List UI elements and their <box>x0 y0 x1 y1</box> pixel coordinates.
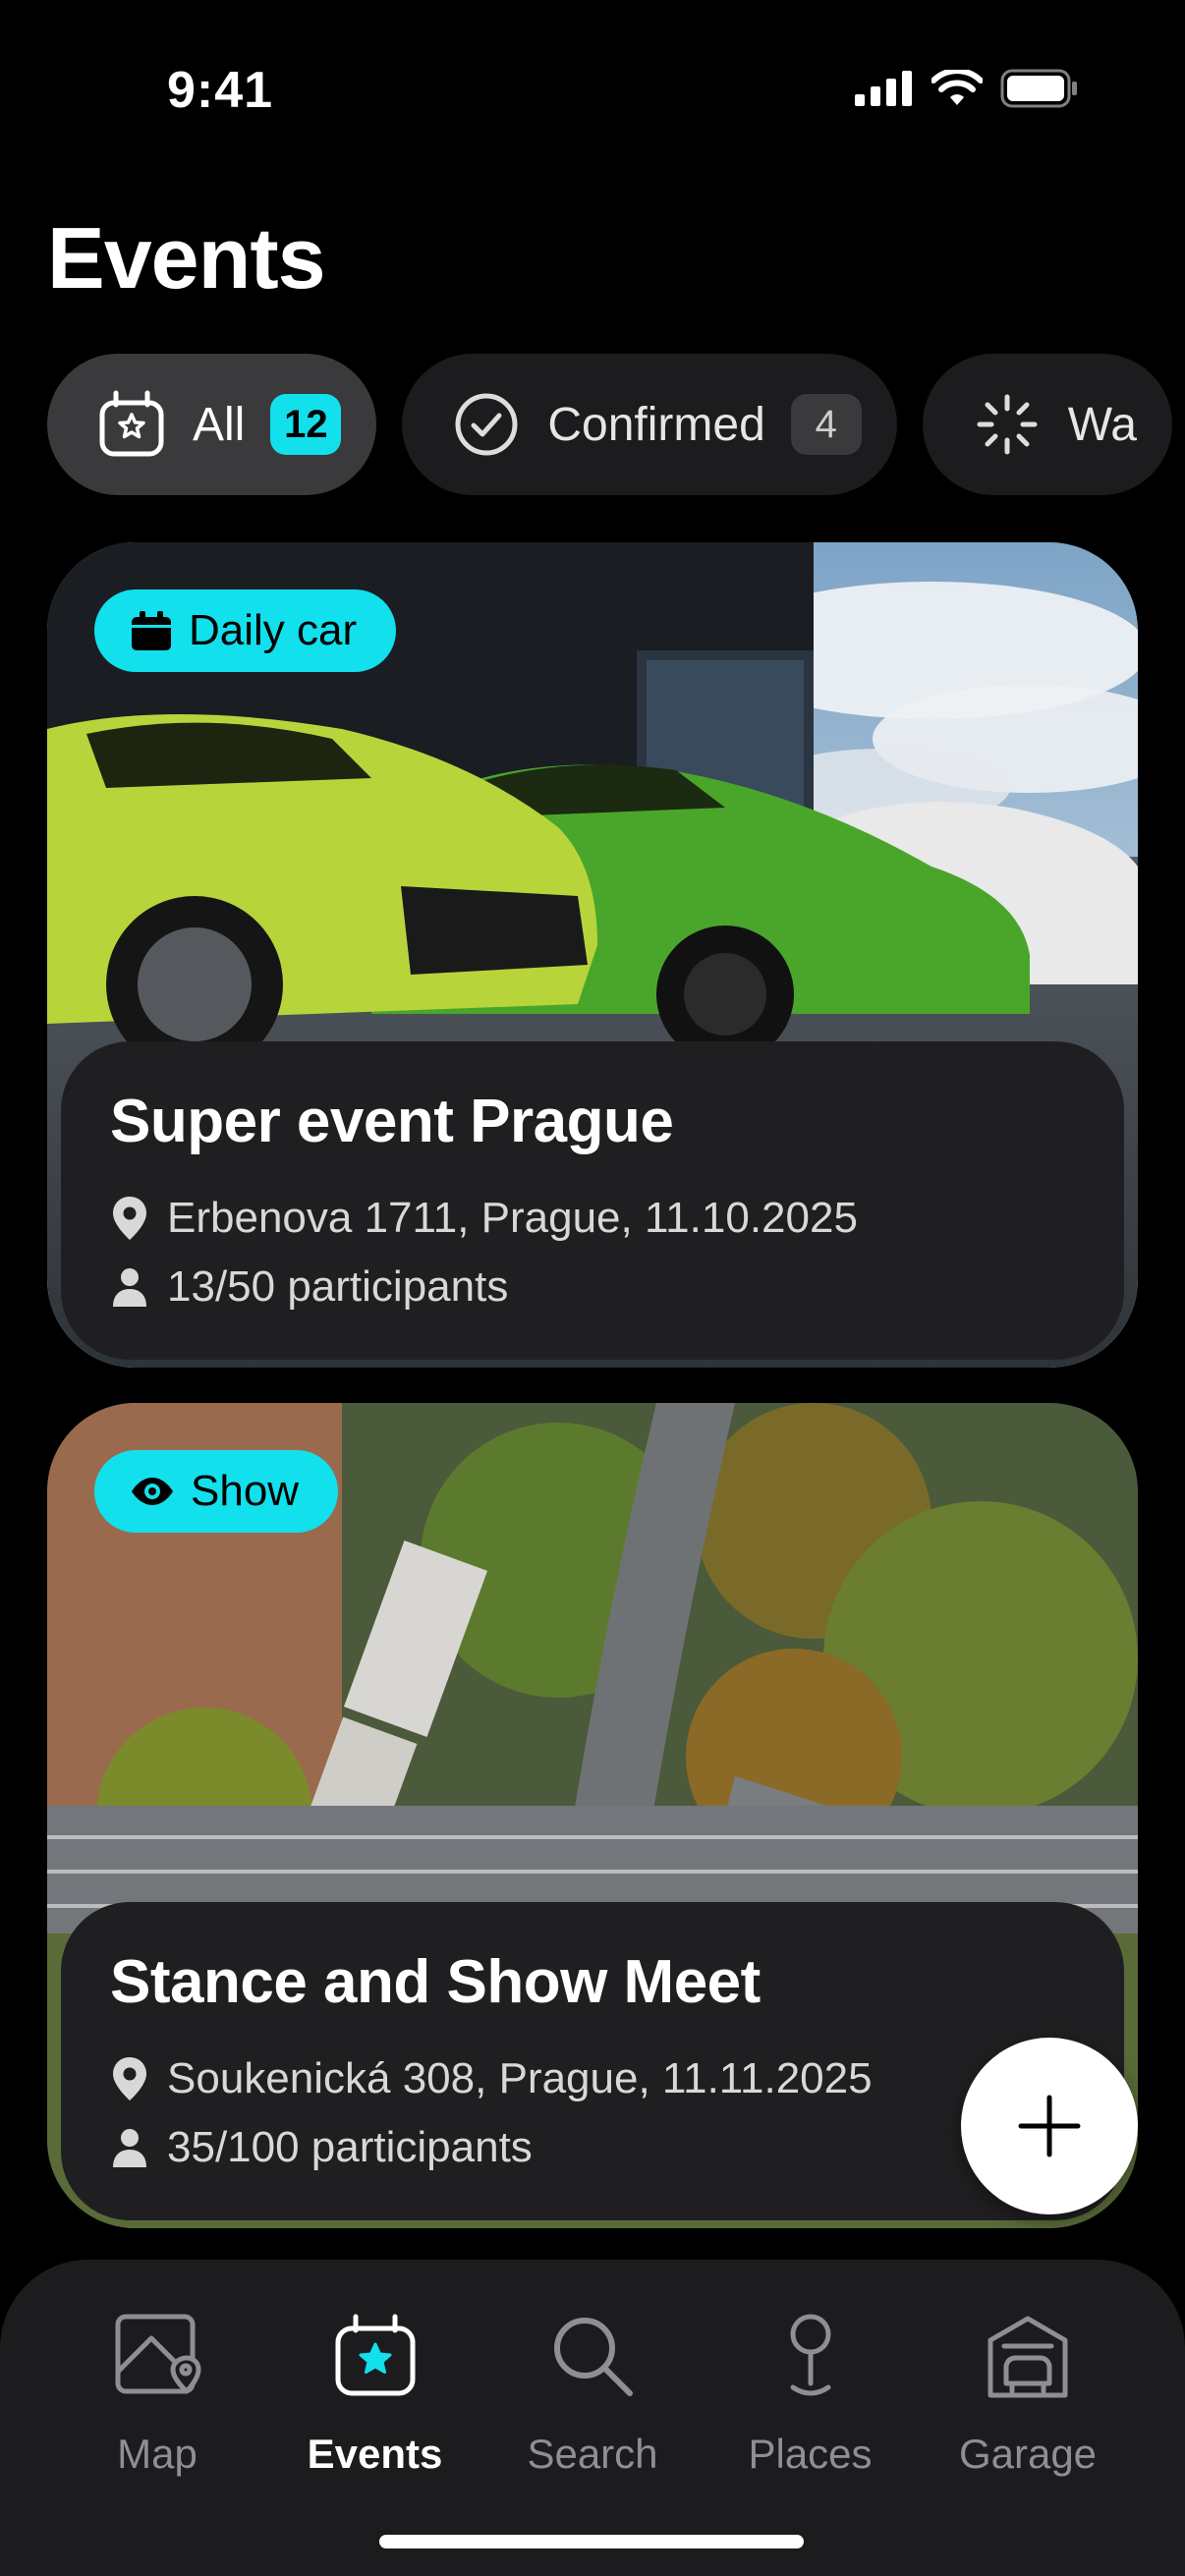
person-icon <box>110 2128 149 2167</box>
event-location: Soukenická 308, Prague, 11.11.2025 <box>167 2054 873 2102</box>
map-icon <box>115 2314 201 2394</box>
tab-label: Places <box>748 2431 873 2477</box>
filter-chips: All 12 Confirmed 4 Wa <box>47 354 1172 495</box>
battery-icon <box>1000 69 1077 108</box>
location-pin-icon <box>110 2057 149 2100</box>
event-title: Super event Prague <box>110 1088 674 1155</box>
event-location-row: Erbenova 1711, Prague, 11.10.2025 <box>110 1184 1075 1253</box>
wifi-icon <box>931 70 983 105</box>
event-participants: 35/100 participants <box>167 2123 533 2171</box>
tab-places[interactable]: Places <box>712 2311 909 2478</box>
tab-label: Search <box>527 2431 658 2477</box>
filter-chip-label: Wa <box>1067 398 1137 451</box>
search-icon <box>554 2318 633 2396</box>
filter-chip-all[interactable]: All 12 <box>47 354 377 495</box>
location-pin-icon <box>110 1197 149 1240</box>
event-card[interactable]: Daily car Super event Prague Erbenova 17… <box>47 542 1138 1368</box>
calendar-icon <box>132 611 171 650</box>
loading-spinner-icon <box>972 389 1043 460</box>
tab-search[interactable]: Search <box>494 2311 691 2478</box>
tab-label: Events <box>307 2431 443 2477</box>
event-tag: Daily car <box>94 589 397 672</box>
filter-chip-count: 4 <box>790 394 862 455</box>
filter-chip-waiting[interactable]: Wa <box>922 354 1172 495</box>
event-info: Super event Prague Erbenova 1711, Prague… <box>61 1041 1124 1360</box>
event-participants-row: 13/50 participants <box>110 1253 1075 1321</box>
event-location: Erbenova 1711, Prague, 11.10.2025 <box>167 1194 858 1242</box>
page-title: Events <box>47 209 326 307</box>
tab-label: Map <box>117 2431 198 2477</box>
calendar-star-icon <box>335 2314 415 2396</box>
status-bar: 9:41 <box>0 0 1185 187</box>
event-participants-row: 35/100 participants <box>110 2113 1075 2182</box>
garage-icon <box>988 2316 1068 2398</box>
tab-bar: Map Events Search Places Garage <box>0 2260 1185 2576</box>
event-info: Stance and Show Meet Soukenická 308, Pra… <box>61 1902 1124 2220</box>
add-event-button[interactable] <box>961 2038 1138 2214</box>
event-tag: Show <box>94 1450 339 1533</box>
filter-chip-count: 12 <box>270 394 342 455</box>
check-circle-icon <box>451 389 522 460</box>
filter-chip-label: All <box>193 398 246 451</box>
person-icon <box>110 1267 149 1307</box>
event-location-row: Soukenická 308, Prague, 11.11.2025 <box>110 2044 1075 2113</box>
event-participants: 13/50 participants <box>167 1262 509 1311</box>
pin-icon <box>790 2314 830 2396</box>
event-title: Stance and Show Meet <box>110 1948 761 2016</box>
calendar-star-icon <box>96 389 167 460</box>
status-time: 9:41 <box>167 62 274 119</box>
cellular-signal-icon <box>855 71 912 106</box>
eye-icon <box>132 1478 173 1505</box>
home-indicator <box>379 2535 804 2548</box>
tab-map[interactable]: Map <box>59 2311 255 2478</box>
event-tag-label: Daily car <box>189 606 358 654</box>
status-icons <box>855 69 1079 108</box>
filter-chip-label: Confirmed <box>547 398 765 451</box>
tab-garage[interactable]: Garage <box>930 2311 1126 2478</box>
tab-events[interactable]: Events <box>277 2311 474 2478</box>
tab-label: Garage <box>958 2431 1098 2477</box>
event-tag-label: Show <box>191 1467 300 1515</box>
filter-chip-confirmed[interactable]: Confirmed 4 <box>402 354 897 495</box>
plus-icon <box>1018 2095 1081 2157</box>
